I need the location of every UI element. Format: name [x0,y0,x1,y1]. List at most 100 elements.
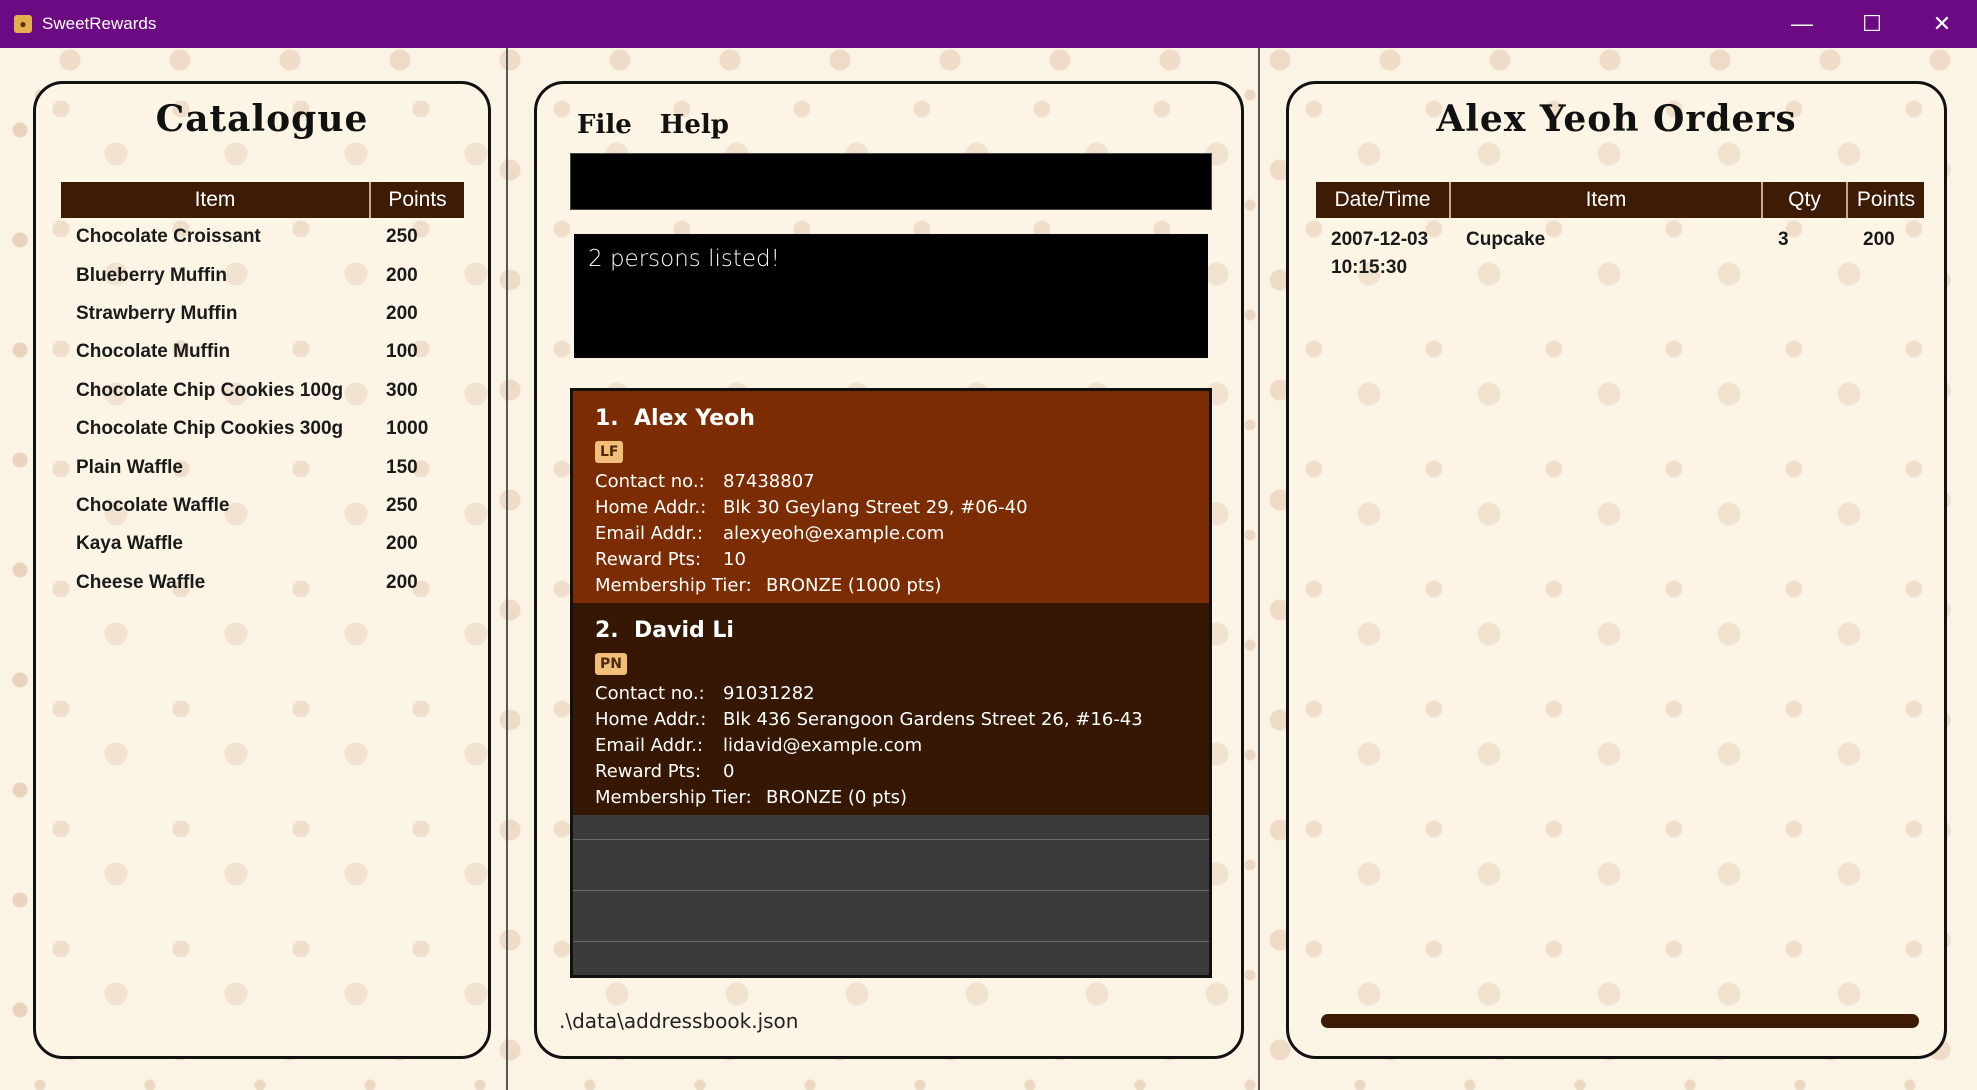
catalogue-item-points: 200 [386,264,418,286]
catalogue-panel: Catalogue Item Points Chocolate Croissan… [33,81,491,1059]
email-value: lidavid@example.com [723,735,923,756]
tier-field: Membership Tier: BRONZE (1000 pts) [595,573,1209,599]
person-card-header: 2. David Li [595,613,1209,649]
window-controls: — ☐ ✕ [1767,0,1977,48]
catalogue-item-name: Cheese Waffle [76,571,206,593]
catalogue-item-points: 250 [386,226,418,248]
order-points: 200 [1863,229,1895,250]
home-value: Blk 30 Geylang Street 29, #06-40 [723,497,1028,518]
horizontal-scrollbar[interactable] [1321,1014,1919,1028]
close-icon[interactable]: ✕ [1907,0,1977,48]
column-header-datetime[interactable]: Date/Time [1316,182,1451,218]
catalogue-table-header: Item Points [61,182,464,218]
table-row[interactable]: 2007-12-03 10:15:30 Cupcake 3 200 [1316,218,1924,282]
email-field: Email Addr.: alexyeoh@example.com [595,521,1209,547]
home-field: Home Addr.: Blk 436 Serangoon Gardens Str… [595,707,1209,733]
column-header-item[interactable]: Item [1451,182,1763,218]
window-title: SweetRewards [42,14,157,33]
person-card[interactable]: 1. Alex Yeoh LF Contact no.: 87438807 Hom… [573,391,1209,603]
tier-label: Membership Tier: [595,575,752,596]
catalogue-item-name: Chocolate Waffle [76,494,230,516]
orders-table-header: Date/Time Item Qty Points [1316,182,1924,218]
order-item: Cupcake [1466,229,1546,250]
menu-help[interactable]: Help [660,110,729,140]
reward-field: Reward Pts: 10 [595,547,1209,573]
catalogue-item-points: 250 [386,494,418,516]
catalogue-title: Catalogue [155,98,369,140]
order-qty: 3 [1778,229,1789,250]
table-row[interactable]: Chocolate Croissant 250 [61,218,464,256]
menu-file[interactable]: File [577,110,632,140]
reward-value: 10 [723,549,746,570]
result-display[interactable]: 2 persons listed! [574,234,1208,358]
split-divider-left[interactable] [506,48,508,1090]
empty-list-row [573,815,1209,840]
table-row[interactable]: Plain Waffle 150 [61,448,464,486]
column-header-points[interactable]: Points [371,182,464,218]
catalogue-item-points: 100 [386,341,418,363]
orders-title: Alex Yeoh Orders [1436,98,1797,140]
table-row[interactable]: Cheese Waffle 200 [61,564,464,602]
table-row[interactable]: Chocolate Muffin 100 [61,333,464,371]
order-date: 2007-12-03 [1331,229,1429,250]
contact-value: 91031282 [723,683,815,704]
reward-value: 0 [723,761,735,782]
minimize-icon[interactable]: — [1767,0,1837,48]
home-label: Home Addr.: [595,709,707,730]
column-header-points[interactable]: Points [1848,182,1924,218]
contact-field: Contact no.: 91031282 [595,681,1209,707]
empty-list-row [573,840,1209,891]
person-name: David Li [634,618,734,643]
orders-table: Date/Time Item Qty Points 2007-12-03 10:… [1316,182,1924,282]
column-header-qty[interactable]: Qty [1763,182,1848,218]
person-index: 2. [595,618,619,643]
table-row[interactable]: Chocolate Chip Cookies 100g 300 [61,372,464,410]
catalogue-item-points: 200 [386,571,418,593]
table-row[interactable]: Blueberry Muffin 200 [61,256,464,294]
catalogue-item-name: Blueberry Muffin [76,264,227,286]
catalogue-item-name: Kaya Waffle [76,533,183,555]
status-bar-path: .\data\addressbook.json [559,1009,799,1033]
catalogue-item-points: 200 [386,302,418,324]
person-card-header: 1. Alex Yeoh [595,401,1209,437]
contact-label: Contact no.: [595,683,705,704]
tier-label: Membership Tier: [595,787,752,808]
catalogue-item-name: Strawberry Muffin [76,302,238,324]
home-value: Blk 436 Serangoon Gardens Street 26, #16… [723,709,1143,730]
catalogue-item-points: 1000 [386,418,429,440]
menu-bar: File Help [577,110,729,140]
person-tag: LF [595,441,624,463]
home-label: Home Addr.: [595,497,707,518]
person-name: Alex Yeoh [634,406,755,431]
contact-field: Contact no.: 87438807 [595,469,1209,495]
reward-label: Reward Pts: [595,761,702,782]
contact-label: Contact no.: [595,471,705,492]
person-card[interactable]: 2. David Li PN Contact no.: 91031282 Home… [573,603,1209,815]
catalogue-item-points: 300 [386,379,418,401]
person-list[interactable]: 1. Alex Yeoh LF Contact no.: 87438807 Hom… [570,388,1212,978]
email-label: Email Addr.: [595,735,704,756]
column-header-item[interactable]: Item [61,182,371,218]
reward-field: Reward Pts: 0 [595,759,1209,785]
orders-panel: Alex Yeoh Orders Date/Time Item Qty Poin… [1286,81,1947,1059]
maximize-icon[interactable]: ☐ [1837,0,1907,48]
catalogue-item-name: Chocolate Chip Cookies 300g [76,418,344,440]
tier-field: Membership Tier: BRONZE (0 pts) [595,785,1209,811]
catalogue-item-points: 200 [386,533,418,555]
result-text: 2 persons listed! [588,246,780,272]
empty-list-row [573,891,1209,942]
command-input[interactable] [570,153,1212,210]
order-datetime: 2007-12-03 10:15:30 [1316,226,1451,282]
app-icon: ● [14,15,32,33]
table-row[interactable]: Chocolate Waffle 250 [61,487,464,525]
catalogue-table: Item Points Chocolate Croissant 250 Blueb… [61,182,464,602]
order-time: 10:15:30 [1331,257,1408,278]
catalogue-item-name: Chocolate Croissant [76,226,261,248]
title-bar: ● SweetRewards — ☐ ✕ [0,0,1977,48]
person-index: 1. [595,406,619,431]
home-field: Home Addr.: Blk 30 Geylang Street 29, #06… [595,495,1209,521]
table-row[interactable]: Strawberry Muffin 200 [61,295,464,333]
split-divider-right[interactable] [1258,48,1260,1090]
table-row[interactable]: Kaya Waffle 200 [61,525,464,563]
table-row[interactable]: Chocolate Chip Cookies 300g 1000 [61,410,464,448]
